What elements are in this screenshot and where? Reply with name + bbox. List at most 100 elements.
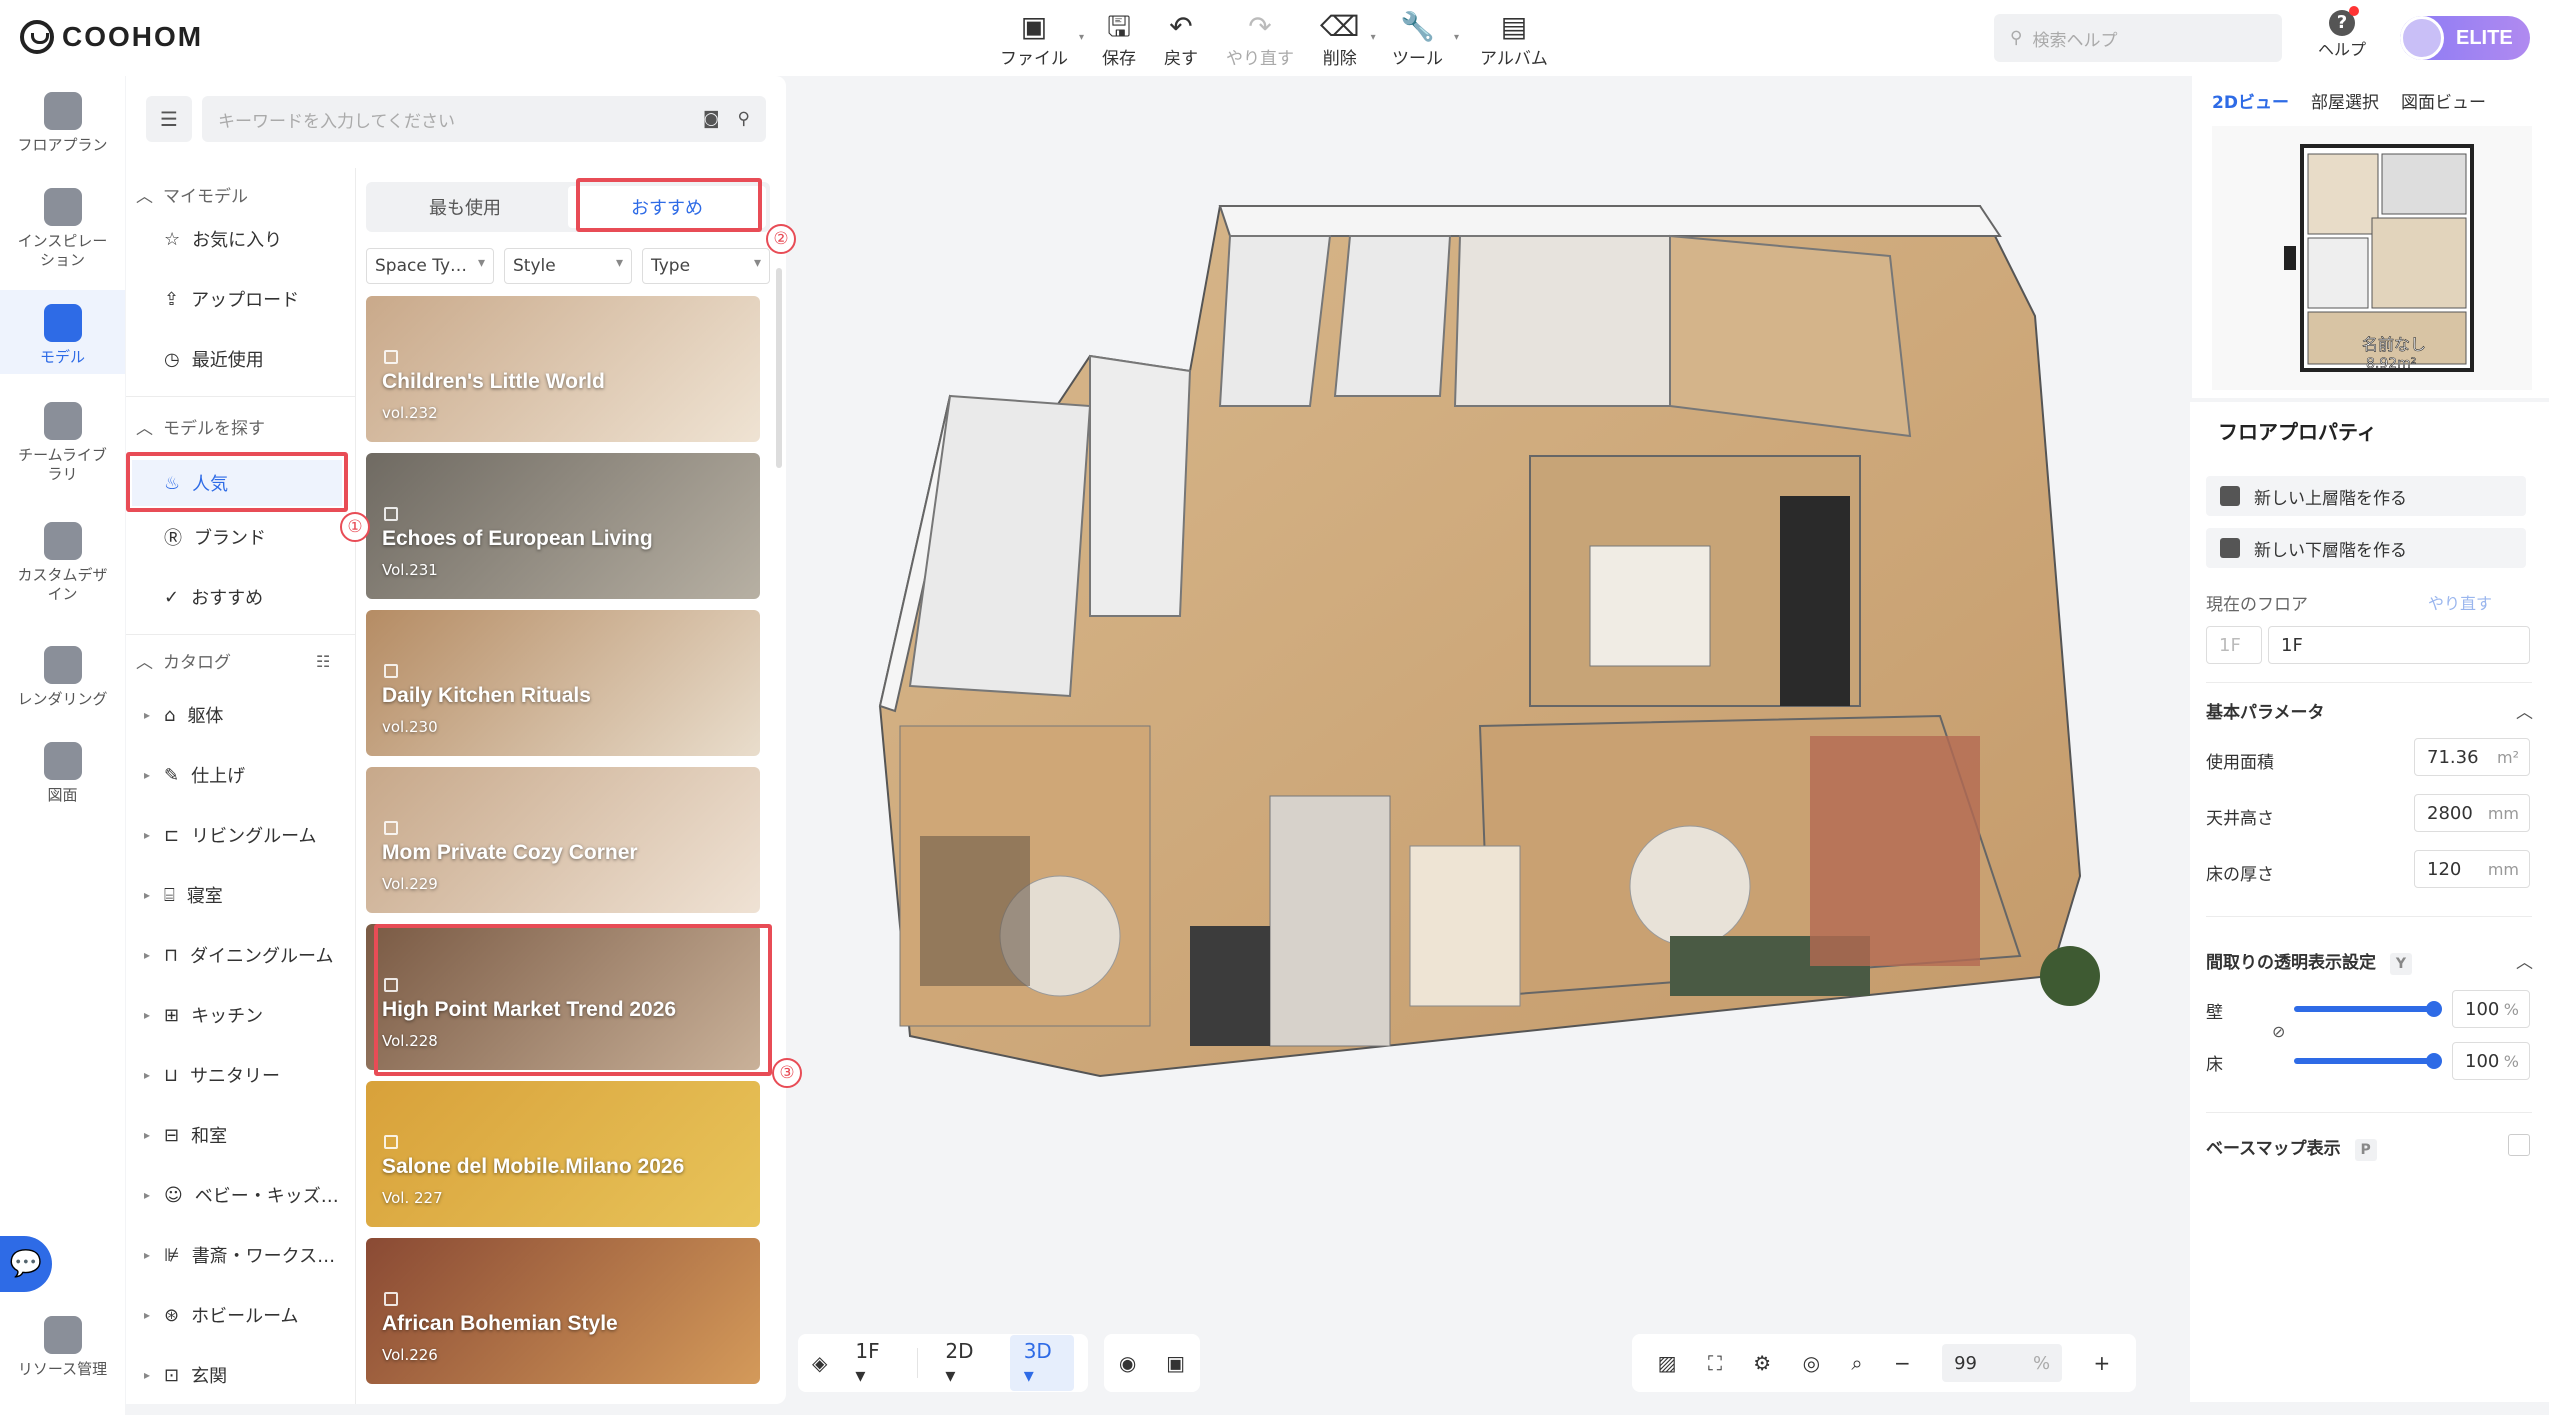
filter-style[interactable]: Style <box>504 248 632 284</box>
rail-floor-plan[interactable]: フロアプラン <box>0 92 125 168</box>
fit-icon[interactable]: ⛶ <box>1708 1351 1722 1375</box>
design-canvas[interactable] <box>790 76 2190 1415</box>
catalog-item[interactable]: ▸ ⊞ キッチン <box>144 1002 263 1028</box>
save-button[interactable]: 🖫 保存 <box>1102 10 1136 69</box>
collection-card[interactable]: African Bohemian Style Vol.226 <box>366 1238 760 1384</box>
catalog-item[interactable]: ▸ ⌸ 寝室 <box>144 882 223 908</box>
chevron-up-icon[interactable]: ︿ <box>2516 698 2533 723</box>
rail-drawing[interactable]: 図面 <box>0 742 125 818</box>
floor-selector[interactable]: 1F ▾ <box>841 1335 902 1391</box>
catalog-item[interactable]: ▸ ⊓ ダイニングルーム <box>144 942 334 968</box>
floor-thickness-label: 床の厚さ <box>2206 865 2274 885</box>
tree-item-favorites[interactable]: ☆ お気に入り <box>164 226 282 252</box>
tab-most-used[interactable]: 最も使用 <box>366 182 564 232</box>
collapse-panel-button[interactable]: ☰ <box>146 96 192 142</box>
view-2d-toggle[interactable]: 2D ▾ <box>931 1335 995 1391</box>
logo[interactable]: COOHOM <box>20 20 203 54</box>
clock-icon: ◷ <box>164 348 180 370</box>
collection-card[interactable]: Daily Kitchen Rituals vol.230 <box>366 610 760 756</box>
bookmark-icon <box>384 1135 398 1149</box>
view-3d-toggle[interactable]: 3D ▾ <box>1009 1335 1075 1391</box>
keyword-search-input[interactable]: キーワードを入力してください ◙ ⚲ <box>202 96 766 142</box>
catalog-settings-icon[interactable]: ☷ <box>316 652 330 671</box>
settings-fit-icon[interactable]: ⚙ <box>1753 1351 1771 1375</box>
catalog-item[interactable]: ▸ ☺ ベビー・キッズ… <box>144 1182 339 1208</box>
wall-opacity-input[interactable]: 100% <box>2452 990 2530 1028</box>
chevron-up-icon[interactable]: ︿ <box>2516 948 2533 973</box>
bed-icon: ⌸ <box>164 884 175 906</box>
bookmark-icon <box>384 507 398 521</box>
new-lower-floor-button[interactable]: 新しい下層階を作る <box>2206 528 2526 568</box>
collection-card[interactable]: Mom Private Cozy Corner Vol.229 <box>366 767 760 913</box>
catalog-item[interactable]: ▸ ⊯ 書斎・ワークス… <box>144 1242 335 1268</box>
tree-item-upload[interactable]: ⇪ アップロード <box>164 286 299 312</box>
zoom-search-icon[interactable]: ⌕ <box>1851 1351 1862 1375</box>
image-icon[interactable]: ▨ <box>1658 1351 1677 1375</box>
section-find-models[interactable]: ︿ モデルを探す <box>136 414 265 439</box>
eraser-icon: ⌫ <box>1320 10 1360 43</box>
rail-model[interactable]: モデル <box>0 290 125 374</box>
delete-menu[interactable]: ⌫ 削除 ▾ <box>1320 10 1376 69</box>
filter-space-type[interactable]: Space Ty… <box>366 248 494 284</box>
new-upper-floor-button[interactable]: 新しい上層階を作る <box>2206 476 2526 516</box>
focus-icon[interactable]: ◎ <box>1803 1351 1820 1375</box>
catalog-item[interactable]: ▸ ⊡ 玄関 <box>144 1362 227 1388</box>
floor-name-input[interactable]: 1F <box>2268 626 2530 664</box>
rail-inspiration[interactable]: インスピレーション <box>0 188 125 284</box>
tree-item-recommended[interactable]: ✓ おすすめ <box>164 584 263 610</box>
basemap-checkbox[interactable] <box>2508 1134 2530 1156</box>
ceiling-input[interactable]: 2800 mm <box>2414 794 2530 832</box>
wall-opacity-slider[interactable] <box>2294 1001 2442 1017</box>
catalog-item[interactable]: ▸ ⊛ ホビールーム <box>144 1302 299 1328</box>
album-button[interactable]: ▤ アルバム <box>1480 10 1548 69</box>
top-bar: COOHOM ▣ ファイル ▾ 🖫 保存 ↶ 戻す ↷ やり直す ⌫ 削除 ▾ … <box>0 0 2549 76</box>
cube-icon[interactable]: ▣ <box>1166 1351 1185 1375</box>
catalog-item[interactable]: ▸ ✎ 仕上げ <box>144 762 245 788</box>
file-menu[interactable]: ▣ ファイル ▾ <box>1000 10 1084 69</box>
search-icon[interactable]: ⚲ <box>738 109 750 129</box>
catalog-item[interactable]: ▸ ⌂ 躯体 <box>144 702 223 728</box>
minimap-panel: 2Dビュー 部屋選択 図面ビュー 名前なし 8.92m² <box>2192 76 2549 398</box>
collection-card[interactable]: Echoes of European Living Vol.231 <box>366 453 760 599</box>
brand-icon: Ⓡ <box>164 528 182 549</box>
filter-type[interactable]: Type <box>642 248 770 284</box>
redo-link[interactable]: やり直す <box>2428 590 2492 614</box>
area-input[interactable]: 71.36 m² <box>2414 738 2530 776</box>
minimap[interactable]: 名前なし 8.92m² <box>2212 126 2532 390</box>
tree-item-brand[interactable]: Ⓡ ブランド <box>164 524 266 550</box>
catalog-item[interactable]: ▸ ⊏ リビングルーム <box>144 822 317 848</box>
floor-opacity-slider[interactable] <box>2294 1053 2442 1069</box>
tree-item-recent[interactable]: ◷ 最近使用 <box>164 346 264 372</box>
tab-drawing-view[interactable]: 図面ビュー <box>2401 88 2486 113</box>
tab-room-select[interactable]: 部屋選択 <box>2311 88 2379 113</box>
link-icon[interactable]: ⊘ <box>2272 1022 2285 1041</box>
section-catalog[interactable]: ︿ カタログ <box>136 648 231 673</box>
grid-scrollbar[interactable] <box>776 268 782 468</box>
undo-button[interactable]: ↶ 戻す <box>1164 10 1198 69</box>
collection-card[interactable]: Salone del Mobile.Milano 2026 Vol. 227 <box>366 1081 760 1227</box>
zoom-input[interactable]: 99 % <box>1942 1344 2063 1382</box>
help-button[interactable]: ? ヘルプ <box>2318 6 2366 60</box>
redo-button[interactable]: ↷ やり直す <box>1226 10 1294 69</box>
eye-icon[interactable]: ◉ <box>1119 1351 1136 1375</box>
menu-collapse-icon: ☰ <box>160 107 178 131</box>
image-search-icon[interactable]: ◙ <box>703 109 720 129</box>
floor-thickness-input[interactable]: 120 mm <box>2414 850 2530 888</box>
rail-resource-management[interactable]: リソース管理 <box>0 1316 125 1392</box>
rail-team-library[interactable]: チームライブラリ <box>0 402 125 498</box>
collection-card[interactable]: Children's Little World vol.232 <box>366 296 760 442</box>
user-plan-badge[interactable]: ELITE <box>2400 16 2530 60</box>
layers-icon[interactable]: ◈ <box>812 1351 827 1375</box>
chevron-up-icon: ︿ <box>136 187 153 207</box>
catalog-item[interactable]: ▸ ⊟ 和室 <box>144 1122 227 1148</box>
floor-opacity-input[interactable]: 100% <box>2452 1042 2530 1080</box>
help-search-input[interactable]: ⚲ 検索ヘルプ <box>1994 14 2282 62</box>
rail-rendering[interactable]: レンダリング <box>0 646 125 722</box>
tab-2d-view[interactable]: 2Dビュー <box>2212 88 2289 113</box>
catalog-item[interactable]: ▸ ⊔ サニタリー <box>144 1062 280 1088</box>
tools-menu[interactable]: 🔧 ツール ▾ <box>1392 10 1459 69</box>
zoom-in-button[interactable]: + <box>2093 1351 2110 1375</box>
zoom-out-button[interactable]: − <box>1894 1351 1911 1375</box>
rail-custom-design[interactable]: カスタムデザイン <box>0 522 125 618</box>
section-my-models[interactable]: ︿ マイモデル <box>136 182 248 207</box>
